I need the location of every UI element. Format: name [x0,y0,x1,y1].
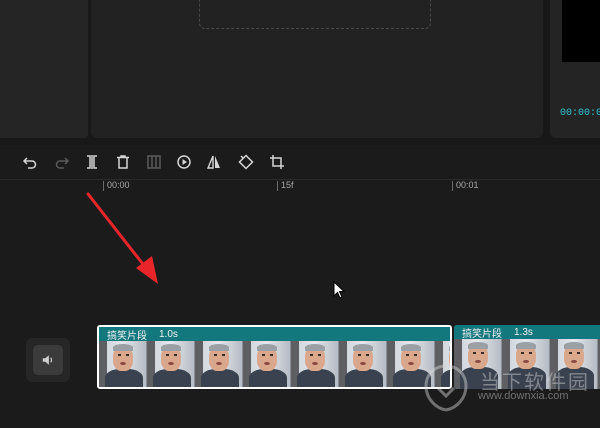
clip-header: 搞笑片段 1.3s [454,325,600,340]
split-icon [87,155,97,169]
clip-title: 搞笑片段 [107,330,147,342]
crop-button[interactable] [267,152,287,172]
ruler-tick [277,181,278,191]
watermark-url: www.downxia.com [478,390,569,402]
clip-duration: 1.0s [159,328,178,340]
rotate-icon [238,154,254,170]
delete-icon [117,155,129,169]
redo-button[interactable] [52,152,72,172]
red-arrow-annotation [86,192,158,284]
watermark-logo-icon [424,364,468,412]
clip-thumbnails [99,341,450,387]
preview-panel: 00:00:03 [550,0,600,138]
track-audio-button[interactable] [26,338,70,382]
video-clip-selected[interactable]: 搞笑片段 1.0s [97,325,452,389]
freeze-button[interactable] [144,152,164,172]
delete-button[interactable] [113,152,133,172]
clip-frame-thumbnail [339,341,387,387]
ruler-label: 00:01 [456,180,479,190]
redo-icon [55,157,70,169]
crop-icon [270,155,284,169]
speaker-icon [42,355,53,365]
mouse-cursor-icon [333,281,346,299]
media-panel [91,0,543,138]
ruler-label: 00:00 [107,180,130,190]
clip-frame-thumbnail [147,341,195,387]
mirror-icon [206,155,220,169]
timeline-toolbar [0,145,600,179]
clip-header: 搞笑片段 1.0s [99,327,450,342]
ruler-tick [452,181,453,191]
freeze-icon [147,155,161,169]
reverse-button[interactable] [174,152,194,172]
clip-frame-thumbnail [195,341,243,387]
undo-icon [22,157,37,169]
clip-frame-thumbnail [99,341,147,387]
play-reverse-icon [177,155,191,169]
watermark: 当下软件园 www.downxia.com [420,358,600,418]
clip-frame-thumbnail [291,341,339,387]
left-panel [0,0,88,138]
clip-frame-thumbnail [243,341,291,387]
drop-zone[interactable] [199,0,431,29]
preview-screen [562,0,600,62]
undo-button[interactable] [20,152,40,172]
ruler-label: 15f [281,180,294,190]
preview-timecode: 00:00:03 [560,108,600,119]
rotate-button[interactable] [236,152,256,172]
split-button[interactable] [82,152,102,172]
clip-title: 搞笑片段 [462,328,502,340]
mirror-button[interactable] [204,152,224,172]
clip-duration: 1.3s [514,326,533,338]
